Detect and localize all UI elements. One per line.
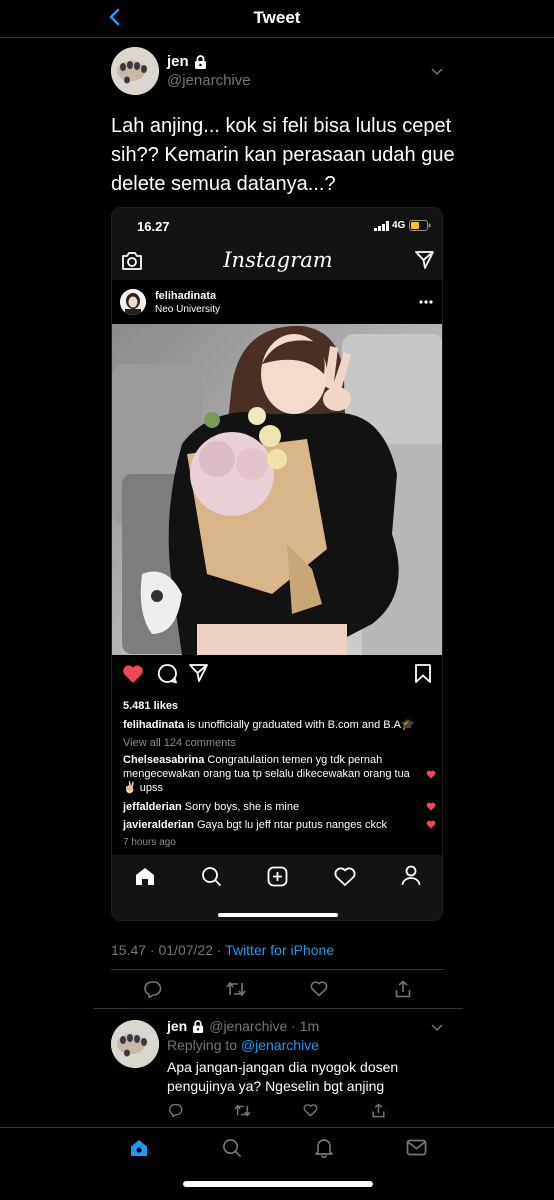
reply-retweet-icon[interactable] xyxy=(234,1104,251,1117)
reply-like-icon[interactable] xyxy=(303,1104,318,1117)
divider xyxy=(93,1008,463,1009)
tweet-text: Lah anjing... kok si feli bisa lulus cep… xyxy=(111,115,455,195)
attached-screenshot[interactable]: 16.27 4G Instagram felihadinata Neo Univ… xyxy=(111,207,443,921)
search-icon[interactable] xyxy=(201,866,222,887)
share-icon[interactable] xyxy=(188,663,209,683)
comment-like-heart-icon[interactable] xyxy=(426,820,436,829)
reply-handle-time[interactable]: @jenarchive · 1m xyxy=(209,1018,319,1034)
author-handle[interactable]: @jenarchive xyxy=(167,72,251,89)
comment-like-heart-icon[interactable] xyxy=(426,770,436,779)
reply-reply-icon[interactable] xyxy=(168,1103,183,1117)
lock-icon xyxy=(192,1019,204,1033)
home-indicator xyxy=(218,913,338,917)
status-time: 16.27 xyxy=(137,219,170,234)
signal-icon xyxy=(374,221,390,231)
home-indicator xyxy=(183,1181,373,1187)
like-icon[interactable] xyxy=(310,981,328,997)
lock-icon xyxy=(194,54,207,69)
like-heart-icon[interactable] xyxy=(122,664,144,684)
caption-username[interactable]: felihadinata xyxy=(123,719,184,731)
caption-text: is unofficially graduated with B.com and… xyxy=(184,719,415,731)
notifications-tab-icon[interactable] xyxy=(314,1137,334,1158)
comment-item: javieralderian Gaya bgt lu jeff ntar put… xyxy=(123,818,415,832)
bottom-tab-bar xyxy=(0,1127,554,1200)
post-photo[interactable] xyxy=(112,324,442,655)
caption: felihadinata is unofficially graduated w… xyxy=(123,718,441,732)
comment-item: Chelseasabrina Congratulation temen yg t… xyxy=(123,753,415,795)
instagram-bottom-nav xyxy=(112,855,442,920)
bookmark-icon[interactable] xyxy=(414,663,432,684)
view-all-comments-link[interactable]: View all 124 comments xyxy=(123,736,236,750)
likes-count[interactable]: 5.481 likes xyxy=(123,699,178,713)
share-tweet-icon[interactable] xyxy=(395,980,411,998)
retweet-icon[interactable] xyxy=(226,981,246,997)
replying-to-prefix: Replying to xyxy=(167,1037,241,1053)
replying-to: Replying to @jenarchive xyxy=(167,1037,319,1053)
comment-username[interactable]: javieralderian xyxy=(123,819,194,831)
post-header: felihadinata Neo University xyxy=(112,280,442,324)
network-label: 4G xyxy=(392,220,406,231)
post-username[interactable]: felihadinata xyxy=(155,289,216,303)
comment-like-heart-icon[interactable] xyxy=(426,802,436,811)
comment-username[interactable]: Chelseasabrina xyxy=(123,754,204,766)
comment-item: jeffalderian Sorry boys, she is mine xyxy=(123,800,415,814)
direct-message-icon[interactable] xyxy=(414,250,435,270)
comment-text: Gaya bgt lu jeff ntar putus nanges ckck xyxy=(193,819,387,831)
instagram-logo: Instagram xyxy=(223,248,333,272)
comment-username[interactable]: jeffalderian xyxy=(123,801,182,813)
reply-chevron-down-icon[interactable] xyxy=(430,1020,444,1034)
post-time: 7 hours ago xyxy=(123,837,176,848)
reply-icon[interactable] xyxy=(143,980,162,998)
comment-text: Sorry boys, she is mine xyxy=(181,801,300,813)
reply-text: Apa jangan-jangan dia nyogok dosen pengu… xyxy=(167,1059,399,1094)
more-options-icon[interactable] xyxy=(419,300,433,304)
chevron-down-icon[interactable] xyxy=(430,64,444,78)
profile-icon[interactable] xyxy=(401,865,421,886)
new-post-icon[interactable] xyxy=(267,866,288,887)
home-tab-icon[interactable] xyxy=(129,1138,149,1158)
home-icon[interactable] xyxy=(134,866,156,887)
author-name[interactable]: jen xyxy=(167,53,189,70)
reply-share-icon[interactable] xyxy=(372,1103,385,1118)
battery-icon xyxy=(409,220,431,231)
messages-tab-icon[interactable] xyxy=(406,1139,427,1156)
tweet-source-link[interactable]: Twitter for iPhone xyxy=(225,942,334,958)
reply-avatar[interactable] xyxy=(111,1020,159,1068)
divider xyxy=(111,969,444,970)
tweet-timestamp: 15.47 · 01/07/22 · Twitter for iPhone xyxy=(111,942,334,958)
post-avatar[interactable] xyxy=(120,289,146,315)
search-tab-icon[interactable] xyxy=(222,1138,242,1158)
post-actions-and-comments: 5.481 likes felihadinata is unofficially… xyxy=(112,655,442,855)
replying-to-link[interactable]: @jenarchive xyxy=(241,1037,319,1053)
activity-heart-icon[interactable] xyxy=(334,867,356,887)
reply-author-name[interactable]: jen xyxy=(167,1018,187,1034)
comment-icon[interactable] xyxy=(156,663,178,684)
post-location[interactable]: Neo University xyxy=(155,303,220,317)
tweet-time: 15.47 · 01/07/22 · xyxy=(111,942,226,958)
page-title: Tweet xyxy=(253,8,301,27)
avatar[interactable] xyxy=(111,47,159,95)
instagram-header: 16.27 4G Instagram xyxy=(112,208,442,280)
